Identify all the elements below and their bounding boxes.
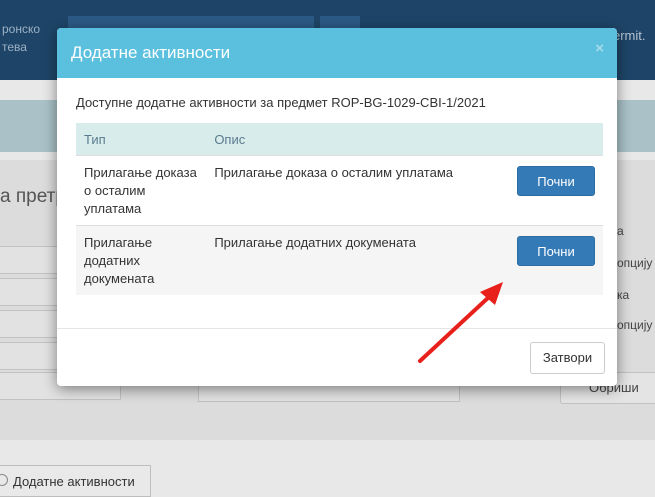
cell-action: Почни (509, 155, 603, 226)
cell-action: Почни (509, 225, 603, 295)
cell-type: Прилагање доказа о осталим уплатама (76, 155, 207, 226)
table-row: Прилагање доказа о осталим уплатама Прил… (76, 155, 603, 226)
app-brand: ронско тева (2, 22, 41, 54)
bg-right-label: а (617, 224, 624, 238)
close-button[interactable]: Затвори (530, 342, 605, 374)
modal-subtitle: Доступне додатне активности за предмет R… (76, 95, 486, 110)
cell-description: Прилагање доказа о осталим уплатама (206, 155, 509, 226)
additional-activities-modal: Додатне активности × Доступне додатне ак… (57, 28, 617, 386)
activities-table: Тип Опис Прилагање доказа о осталим упла… (76, 123, 603, 295)
column-header-type: Тип (76, 123, 207, 156)
bg-right-label: опцију (617, 256, 653, 270)
cell-description: Прилагање додатних докумената (206, 225, 509, 295)
additional-activities-button: Додатне активности (0, 465, 151, 497)
table-header-row: Тип Опис (76, 123, 603, 156)
bg-right-label: ка (617, 288, 630, 302)
cell-type: Прилагање додатних докумената (76, 225, 207, 295)
start-button[interactable]: Почни (517, 166, 595, 196)
start-button[interactable]: Почни (517, 236, 595, 266)
additional-activities-label: Додатне активности (13, 474, 135, 489)
column-header-action (509, 123, 603, 156)
close-icon[interactable]: × (595, 40, 604, 57)
modal-header: Додатне активности × (57, 28, 617, 78)
info-icon (0, 474, 8, 486)
bg-right-label: опцију (617, 318, 653, 332)
modal-footer-divider (57, 328, 617, 329)
modal-title: Додатне активности (71, 43, 231, 62)
user-name: ermit. (613, 28, 646, 43)
table-row: Прилагање додатних докумената Прилагање … (76, 225, 603, 295)
column-header-description: Опис (206, 123, 509, 156)
